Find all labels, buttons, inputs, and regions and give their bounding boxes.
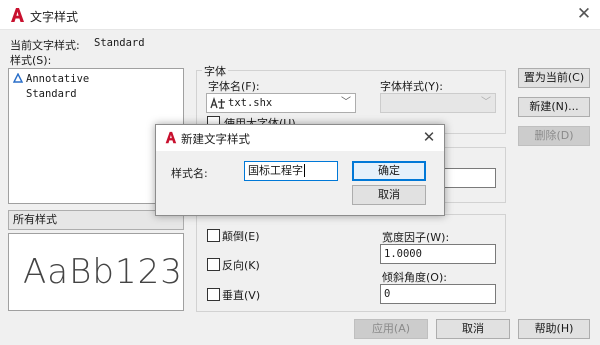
font-name-select[interactable]: txt.shx ﹀	[206, 93, 356, 113]
chevron-down-icon: ﹀	[481, 97, 491, 108]
apply-button[interactable]: 应用(A)	[354, 319, 428, 339]
preview-sample-text: AaBb123	[23, 252, 183, 292]
backwards-label: 反向(K)	[222, 259, 260, 272]
style-filter-value: 所有样式	[13, 213, 57, 226]
current-style-value: Standard	[94, 37, 145, 49]
shx-font-icon	[210, 96, 225, 109]
set-current-button[interactable]: 置为当前(C)	[518, 68, 590, 88]
annotative-icon	[12, 72, 24, 83]
upside-down-label: 颠倒(E)	[222, 230, 260, 243]
preview-panel: AaBb123	[8, 233, 184, 311]
upside-down-checkbox[interactable]	[207, 229, 220, 242]
font-style-select[interactable]: ﹀	[380, 93, 496, 113]
list-item-label: Annotative	[26, 73, 90, 85]
window-title: 文字样式	[30, 10, 79, 24]
delete-style-button[interactable]: 删除(D)	[518, 126, 590, 146]
list-item[interactable]: Annotative	[12, 72, 90, 86]
font-name-value: txt.shx	[228, 97, 273, 109]
oblique-angle-input[interactable]: 0	[380, 284, 496, 304]
ok-button[interactable]: 确定	[352, 161, 426, 181]
autocad-logo-icon	[9, 7, 25, 23]
cancel-button[interactable]: 取消	[436, 319, 510, 339]
new-style-dialog: 新建文字样式 ✕ 样式名: 国标工程字 确定 取消	[155, 124, 445, 216]
vertical-checkbox[interactable]	[207, 288, 220, 301]
width-factor-value: 1.0000	[384, 248, 422, 260]
font-name-label: 字体名(F):	[208, 80, 260, 93]
width-factor-input[interactable]: 1.0000	[380, 244, 496, 264]
close-icon[interactable]: ✕	[420, 128, 438, 146]
new-style-button[interactable]: 新建(N)...	[518, 97, 590, 117]
oblique-angle-label: 倾斜角度(O):	[382, 271, 447, 284]
style-name-value: 国标工程字	[248, 164, 303, 177]
styles-label: 样式(S):	[10, 54, 52, 67]
dialog-title: 新建文字样式	[181, 132, 250, 146]
help-button[interactable]: 帮助(H)	[518, 319, 590, 339]
dialog-cancel-button[interactable]: 取消	[352, 185, 426, 205]
autocad-logo-icon	[165, 131, 177, 144]
width-factor-label: 宽度因子(W):	[382, 231, 450, 244]
font-style-label: 字体样式(Y):	[380, 80, 444, 93]
title-bar	[0, 0, 600, 30]
backwards-checkbox[interactable]	[207, 258, 220, 271]
style-name-input[interactable]: 国标工程字	[244, 161, 338, 181]
list-item-label: Standard	[26, 88, 77, 100]
current-style-label: 当前文字样式:	[10, 39, 80, 52]
oblique-angle-value: 0	[384, 288, 391, 300]
text-caret	[304, 164, 305, 177]
chevron-down-icon: ﹀	[341, 97, 351, 108]
list-item[interactable]: Standard	[26, 87, 77, 101]
style-name-label: 样式名:	[171, 167, 208, 180]
font-group-label: 字体	[202, 63, 228, 79]
close-icon[interactable]: ✕	[574, 4, 594, 24]
vertical-label: 垂直(V)	[222, 289, 261, 302]
